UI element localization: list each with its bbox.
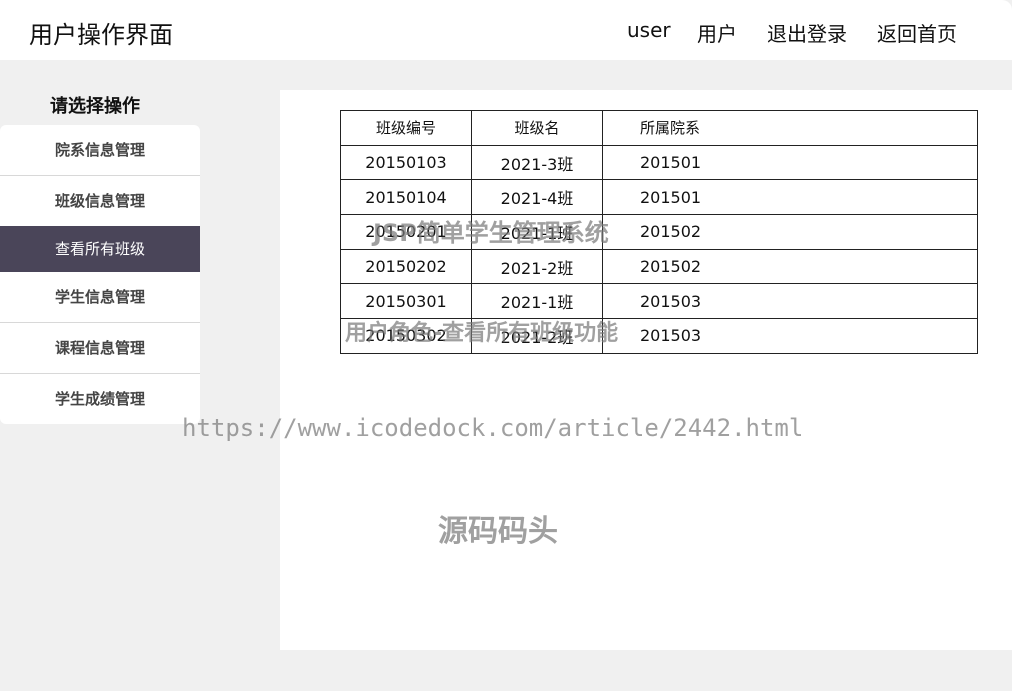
cell-class-name: 2021-1班: [471, 283, 603, 320]
cell-class-id: 20150201: [340, 214, 472, 250]
cell-class-name: 2021-1班: [471, 214, 603, 250]
table-row: 20150202 2021-2班 201502: [340, 248, 978, 285]
sidebar-item-class-manage[interactable]: 班级信息管理: [0, 176, 200, 226]
table-row: 20150104 2021-4班 201501: [340, 179, 978, 216]
top-nav: user 用户 退出登录 返回首页: [0, 18, 1012, 46]
sidebar-item-course[interactable]: 课程信息管理: [0, 323, 200, 373]
nav-profile-link[interactable]: 用户: [697, 18, 737, 47]
class-table: 班级编号 班级名 所属院系 20150103 2021-3班 201501 20…: [340, 110, 978, 354]
table-header-row: 班级编号 班级名 所属院系: [340, 110, 978, 146]
sidebar-item-view-classes[interactable]: 查看所有班级: [0, 226, 200, 272]
sidebar-item-grades[interactable]: 学生成绩管理: [0, 374, 200, 424]
cell-class-id: 20150302: [340, 318, 472, 354]
cell-department: 201503: [602, 283, 978, 320]
top-header: 用户操作界面 user 用户 退出登录 返回首页: [0, 0, 1012, 60]
cell-department: 201503: [602, 318, 978, 354]
cell-class-id: 20150103: [340, 144, 472, 181]
cell-class-id: 20150202: [340, 248, 472, 285]
cell-department: 201501: [602, 179, 978, 216]
sidebar-item-student[interactable]: 学生信息管理: [0, 272, 200, 322]
nav-username[interactable]: user: [627, 18, 671, 42]
column-header-class-id: 班级编号: [340, 110, 472, 146]
cell-department: 201502: [602, 214, 978, 250]
cell-class-name: 2021-2班: [471, 248, 603, 285]
cell-class-name: 2021-2班: [471, 318, 603, 354]
cell-department: 201502: [602, 248, 978, 285]
table-row: 20150302 2021-2班 201503: [340, 318, 978, 354]
cell-department: 201501: [602, 144, 978, 181]
column-header-department: 所属院系: [602, 110, 978, 146]
cell-class-name: 2021-3班: [471, 144, 603, 181]
sidebar-menu: 院系信息管理 班级信息管理 查看所有班级 学生信息管理 课程信息管理 学生成绩管…: [0, 125, 200, 424]
table-row: 20150103 2021-3班 201501: [340, 144, 978, 181]
nav-logout-link[interactable]: 退出登录: [767, 18, 847, 47]
cell-class-id: 20150104: [340, 179, 472, 216]
main-content: 班级编号 班级名 所属院系 20150103 2021-3班 201501 20…: [280, 90, 1012, 650]
nav-home-link[interactable]: 返回首页: [877, 18, 957, 47]
table-row: 20150301 2021-1班 201503: [340, 283, 978, 320]
cell-class-name: 2021-4班: [471, 179, 603, 216]
table-row: 20150201 2021-1班 201502: [340, 214, 978, 250]
sidebar-title: 请选择操作: [50, 96, 140, 117]
column-header-class-name: 班级名: [471, 110, 603, 146]
sidebar-item-department[interactable]: 院系信息管理: [0, 125, 200, 175]
cell-class-id: 20150301: [340, 283, 472, 320]
